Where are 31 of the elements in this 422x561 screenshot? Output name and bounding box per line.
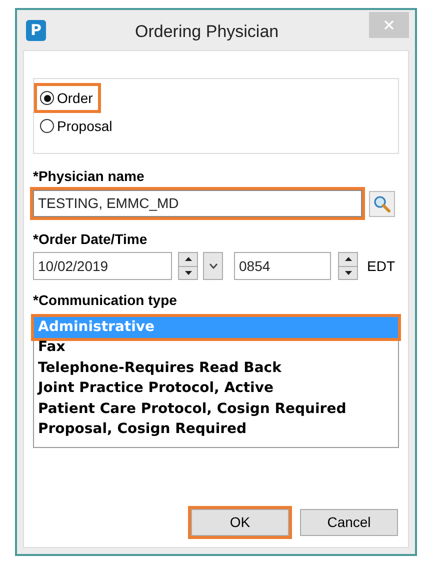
timezone-label: EDT: [367, 256, 395, 276]
window-title: Ordering Physician: [135, 21, 279, 43]
list-item[interactable]: Telephone-Requires Read Back: [34, 358, 398, 378]
search-icon: [373, 194, 391, 212]
dialog-button[interactable]: OK: [191, 509, 289, 536]
date-field[interactable]: 10/02/2019: [33, 252, 172, 280]
chevron-down-icon: [208, 263, 218, 269]
radio-label[interactable]: Proposal: [57, 116, 112, 136]
search-button[interactable]: [369, 190, 395, 216]
close-icon: [384, 20, 394, 30]
list-item[interactable]: Joint Practice Protocol, Active: [34, 378, 398, 399]
down-arrow-icon: [344, 270, 352, 275]
physician-name-field[interactable]: TESTING, EMMC_MD: [33, 190, 362, 217]
list-item[interactable]: Fax: [34, 338, 398, 358]
app-logo: P: [26, 20, 46, 40]
field-label: *Communication type: [33, 291, 178, 310]
time-field[interactable]: 0854: [234, 252, 331, 280]
radio-button[interactable]: [40, 119, 54, 133]
list-item[interactable]: Patient Care Protocol, Cosign Required: [34, 399, 398, 420]
field-label: *Order Date/Time: [33, 230, 148, 249]
dropdown-button[interactable]: [203, 252, 223, 280]
list-item[interactable]: Proposal, Cosign Required: [34, 420, 398, 440]
up-arrow-icon: [184, 257, 192, 262]
radio-button[interactable]: [40, 91, 54, 105]
spin-buttons[interactable]: [338, 252, 358, 280]
field-label: *Physician name: [33, 167, 146, 186]
down-arrow-icon: [184, 270, 192, 275]
up-arrow-icon: [344, 257, 352, 262]
radio-label[interactable]: Order: [57, 88, 93, 108]
dialog-button[interactable]: Cancel: [300, 509, 398, 536]
spin-buttons[interactable]: [178, 252, 198, 280]
